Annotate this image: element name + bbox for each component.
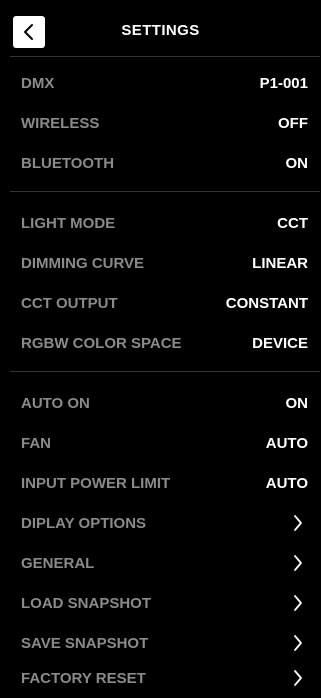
setting-row-factory-reset[interactable]: FACTORY RESET [0, 658, 321, 698]
setting-row-general[interactable]: GENERAL [0, 543, 321, 583]
setting-row-cct-output[interactable]: CCT OUTPUT CONSTANT [0, 283, 321, 323]
setting-label: INPUT POWER LIMIT [21, 475, 171, 492]
setting-value: CONSTANT [225, 295, 308, 312]
setting-row-light-mode[interactable]: LIGHT MODE CCT [0, 203, 321, 243]
setting-value: DEVICE [252, 335, 308, 352]
setting-value: CCT [277, 215, 308, 232]
setting-label: DIMMING CURVE [21, 255, 145, 272]
chevron-right-icon [293, 514, 303, 532]
setting-label: LOAD SNAPSHOT [21, 595, 152, 612]
setting-value: P1-001 [259, 75, 308, 92]
setting-label: CCT OUTPUT [21, 295, 118, 312]
setting-label: AUTO ON [21, 395, 90, 412]
setting-label: DIPLAY OPTIONS [21, 515, 147, 532]
setting-value: ON [285, 155, 309, 172]
setting-row-dimming-curve[interactable]: DIMMING CURVE LINEAR [0, 243, 321, 283]
setting-label: GENERAL [21, 555, 95, 572]
setting-row-fan[interactable]: FAN AUTO [0, 423, 321, 463]
setting-value: LINEAR [252, 255, 308, 272]
setting-value: OFF [278, 115, 308, 132]
chevron-right-icon [293, 594, 303, 612]
setting-row-load-snapshot[interactable]: LOAD SNAPSHOT [0, 583, 321, 623]
setting-label: RGBW COLOR SPACE [21, 335, 182, 352]
setting-value: ON [285, 395, 309, 412]
setting-row-auto-on[interactable]: AUTO ON ON [0, 383, 321, 423]
setting-row-save-snapshot[interactable]: SAVE SNAPSHOT [0, 623, 321, 663]
page-title: SETTINGS [121, 22, 200, 39]
setting-label: SAVE SNAPSHOT [21, 635, 149, 652]
divider [10, 371, 320, 372]
setting-value: AUTO [265, 435, 308, 452]
setting-row-rgbw-color-space[interactable]: RGBW COLOR SPACE DEVICE [0, 323, 321, 363]
setting-label: FAN [21, 435, 51, 452]
chevron-right-icon [293, 669, 303, 687]
header-bar: SETTINGS [0, 0, 321, 56]
setting-row-dmx[interactable]: DMX P1-001 [0, 63, 321, 103]
setting-row-wireless[interactable]: WIRELESS OFF [0, 103, 321, 143]
divider [10, 191, 320, 192]
setting-label: WIRELESS [21, 115, 100, 132]
setting-label: LIGHT MODE [21, 215, 116, 232]
chevron-right-icon [293, 554, 303, 572]
setting-row-input-power-limit[interactable]: INPUT POWER LIMIT AUTO [0, 463, 321, 503]
setting-label: FACTORY RESET [21, 670, 146, 687]
setting-label: BLUETOOTH [21, 155, 115, 172]
setting-label: DMX [21, 75, 55, 92]
chevron-right-icon [293, 634, 303, 652]
setting-row-display-options[interactable]: DIPLAY OPTIONS [0, 503, 321, 543]
divider [10, 56, 320, 57]
setting-row-bluetooth[interactable]: BLUETOOTH ON [0, 143, 321, 183]
setting-value: AUTO [265, 475, 308, 492]
